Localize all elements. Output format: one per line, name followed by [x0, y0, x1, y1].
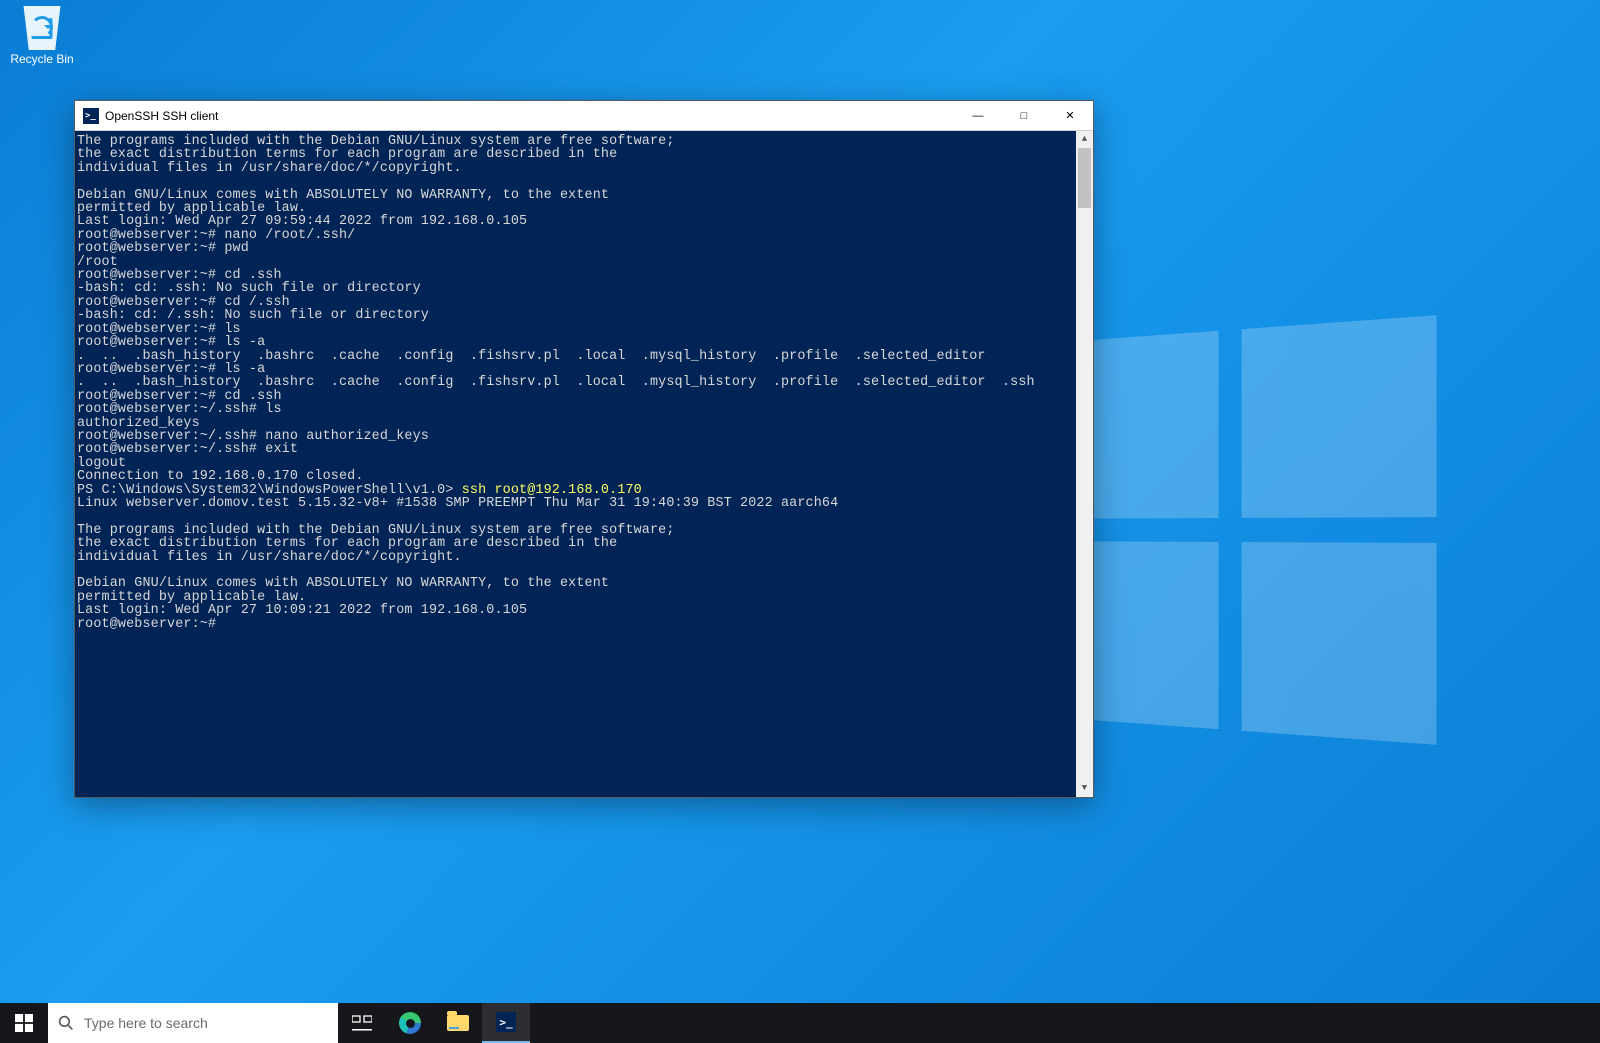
- folder-icon: [447, 1015, 469, 1031]
- terminal-text-block-2: Linux webserver.domov.test 5.15.32-v8+ #…: [77, 496, 838, 632]
- taskbar-powershell-button[interactable]: >_: [482, 1003, 530, 1043]
- windows-wallpaper-logo: [1050, 315, 1436, 745]
- taskbar-edge-button[interactable]: [386, 1003, 434, 1043]
- window-title: OpenSSH SSH client: [105, 109, 218, 123]
- taskbar: Type here to search >_: [0, 1003, 1600, 1043]
- terminal-text-block-1: The programs included with the Debian GN…: [77, 134, 1035, 484]
- task-view-icon: [352, 1015, 372, 1031]
- scrollbar-thumb[interactable]: [1078, 148, 1091, 208]
- recycle-bin-label: Recycle Bin: [6, 52, 78, 66]
- recycle-bin-icon: [20, 6, 64, 50]
- scroll-down-arrow-icon[interactable]: ▼: [1076, 780, 1093, 797]
- window-titlebar[interactable]: OpenSSH SSH client — □ ✕: [75, 101, 1093, 131]
- start-button[interactable]: [0, 1003, 48, 1043]
- search-icon: [58, 1015, 74, 1031]
- terminal-output[interactable]: The programs included with the Debian GN…: [75, 131, 1093, 797]
- taskbar-search-input[interactable]: Type here to search: [48, 1003, 338, 1043]
- window-minimize-button[interactable]: —: [955, 101, 1001, 131]
- terminal-scrollbar[interactable]: ▲ ▼: [1076, 131, 1093, 797]
- taskbar-file-explorer-button[interactable]: [434, 1003, 482, 1043]
- openssh-window: OpenSSH SSH client — □ ✕ The programs in…: [74, 100, 1094, 798]
- search-placeholder: Type here to search: [84, 1015, 208, 1031]
- recycle-bin-desktop-icon[interactable]: Recycle Bin: [6, 6, 78, 66]
- window-maximize-button[interactable]: □: [1001, 101, 1047, 131]
- scrollbar-track[interactable]: [1076, 148, 1093, 780]
- windows-start-icon: [15, 1014, 33, 1032]
- window-close-button[interactable]: ✕: [1047, 101, 1093, 131]
- powershell-app-icon: [83, 108, 99, 124]
- edge-icon: [399, 1012, 421, 1034]
- powershell-icon: >_: [496, 1012, 516, 1032]
- task-view-button[interactable]: [338, 1003, 386, 1043]
- scroll-up-arrow-icon[interactable]: ▲: [1076, 131, 1093, 148]
